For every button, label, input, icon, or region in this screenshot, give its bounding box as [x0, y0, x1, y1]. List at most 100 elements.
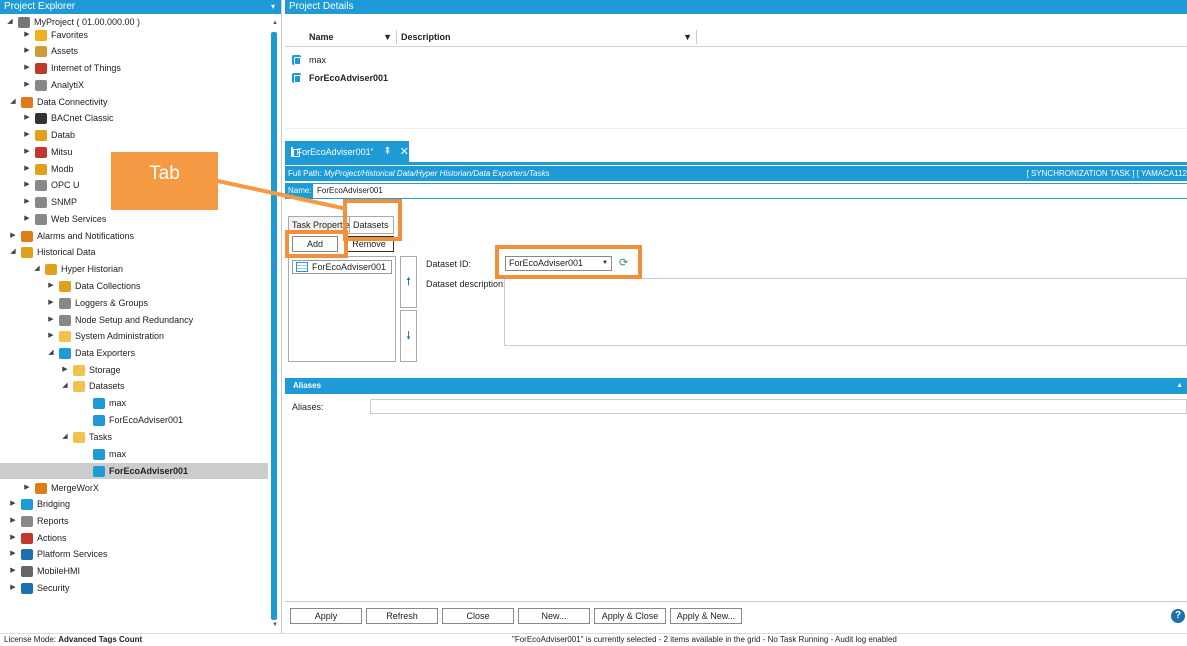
refresh-button[interactable]: Refresh [366, 608, 438, 624]
new-button[interactable]: New... [518, 608, 590, 624]
expander-icon[interactable]: ▶ [60, 362, 70, 378]
aliases-header[interactable]: Aliases ▲ [285, 378, 1187, 394]
refresh-icon[interactable]: ⟳ [619, 256, 628, 269]
expander-icon[interactable]: ▶ [22, 144, 32, 160]
grid-row[interactable]: max [285, 51, 1187, 69]
expander-icon[interactable]: ▶ [22, 161, 32, 177]
expander-icon[interactable]: ▶ [22, 110, 32, 126]
tree-item[interactable]: ▶ Web Services [22, 211, 106, 227]
expander-icon[interactable]: ◢ [60, 429, 70, 445]
tab-datasets[interactable]: Datasets [349, 216, 394, 234]
tree-item[interactable]: ▶ Internet of Things [22, 60, 121, 76]
tree-item[interactable]: ▶ MobileHMI [8, 563, 80, 579]
apply-new-button[interactable]: Apply & New... [670, 608, 742, 624]
column-header-description[interactable]: Description ▼ [397, 30, 697, 44]
remove-button[interactable]: Remove [344, 236, 394, 252]
tree-item[interactable]: ▶ BACnet Classic [22, 110, 114, 126]
expander-icon[interactable]: ▶ [22, 194, 32, 210]
help-icon[interactable]: ? [1171, 609, 1185, 623]
tree-item[interactable]: ▶ Alarms and Notifications [8, 228, 134, 244]
list-item[interactable]: ForEcoAdviser001 [292, 260, 392, 274]
apply-button[interactable]: Apply [290, 608, 362, 624]
tree-item-label: Loggers & Groups [75, 298, 149, 308]
tree-item[interactable]: ▶ OPC U [22, 177, 80, 193]
tree-scrollbar[interactable] [271, 32, 277, 620]
tree-item[interactable]: ◢ Datasets [60, 378, 125, 394]
expander-icon[interactable]: ▶ [22, 60, 32, 76]
expander-icon[interactable]: ▶ [22, 211, 32, 227]
tree-item[interactable]: ▶ Assets [22, 43, 78, 59]
tree-item[interactable]: ▶ Node Setup and Redundancy [46, 312, 193, 328]
expander-icon[interactable]: ▶ [46, 295, 56, 311]
grid-row[interactable]: ForEcoAdviser001 [285, 69, 1187, 87]
tree-item[interactable]: ▶ SNMP [22, 194, 77, 210]
tree-item[interactable]: ▶ Security [8, 580, 70, 596]
tree-item[interactable]: max [80, 446, 126, 462]
expander-icon[interactable]: ▶ [8, 496, 18, 512]
tree-item[interactable]: ▶ Platform Services [8, 546, 108, 562]
expander-icon[interactable]: ▶ [22, 27, 32, 43]
expander-icon[interactable]: ◢ [8, 244, 18, 260]
expander-icon[interactable]: ◢ [5, 14, 15, 30]
expander-icon[interactable]: ▶ [46, 328, 56, 344]
name-input[interactable]: ForEcoAdviser001 [313, 184, 1187, 198]
scroll-up-icon[interactable]: ▲ [272, 20, 278, 26]
close-icon[interactable]: ✕ [400, 145, 409, 158]
tree-item[interactable]: ▶ System Administration [46, 328, 164, 344]
tree-item[interactable]: ForEcoAdviser001 [0, 463, 268, 479]
move-up-button[interactable]: 🠕 [400, 256, 417, 308]
close-button[interactable]: Close [442, 608, 514, 624]
tree-item[interactable]: ▶ Modb [22, 161, 74, 177]
filter-icon[interactable]: ▼ [683, 30, 692, 44]
expander-icon[interactable]: ▶ [22, 177, 32, 193]
tree-item[interactable]: ▶ Storage [60, 362, 121, 378]
tree-item[interactable]: ▶ Reports [8, 513, 69, 529]
tree-item[interactable]: ◢ Data Connectivity [8, 94, 108, 110]
tree-item[interactable]: ▶ MergeWorX [22, 480, 99, 496]
expander-icon[interactable]: ▶ [8, 530, 18, 546]
expander-icon[interactable]: ▶ [8, 563, 18, 579]
tree-item[interactable]: ▶ Loggers & Groups [46, 295, 148, 311]
tree-item[interactable]: ◢ Tasks [60, 429, 112, 445]
column-header-name[interactable]: Name ▼ [305, 30, 397, 44]
tree-item[interactable]: ▶ Actions [8, 530, 67, 546]
expander-icon[interactable]: ▶ [46, 312, 56, 328]
expander-icon[interactable]: ▶ [22, 127, 32, 143]
tree-item[interactable]: max [80, 395, 126, 411]
expander-icon[interactable]: ◢ [60, 378, 70, 394]
pin-icon[interactable]: ⇞ [383, 146, 391, 157]
tree-item[interactable]: ◢ Data Exporters [46, 345, 135, 361]
expander-icon[interactable]: ▶ [22, 43, 32, 59]
tree-item[interactable]: ▶ Datab [22, 127, 75, 143]
tree-item[interactable]: ▶ Bridging [8, 496, 70, 512]
expander-icon[interactable]: ▶ [8, 228, 18, 244]
collapse-icon[interactable]: ▲ [1176, 378, 1183, 394]
tree-item[interactable]: ForEcoAdviser001 [80, 412, 183, 428]
apply-close-button[interactable]: Apply & Close [594, 608, 666, 624]
expander-icon[interactable]: ▶ [22, 77, 32, 93]
expander-icon[interactable]: ◢ [32, 261, 42, 277]
tree-item[interactable]: ◢ Historical Data [8, 244, 96, 260]
document-tab[interactable]: ForEcoAdviser001 * ⇞ ✕ [285, 141, 409, 162]
move-down-button[interactable]: 🠗 [400, 310, 417, 362]
grid-hscrollbar[interactable] [285, 128, 1187, 134]
scroll-down-icon[interactable]: ▼ [272, 622, 278, 628]
tree-item[interactable]: ▶ Mitsu [22, 144, 73, 160]
expander-icon[interactable]: ◢ [8, 94, 18, 110]
tree-item[interactable]: ◢ Hyper Historian [32, 261, 123, 277]
add-button[interactable]: Add [292, 236, 338, 252]
dataset-description-input[interactable] [504, 278, 1187, 346]
filter-icon[interactable]: ▼ [383, 30, 392, 44]
tree-item[interactable]: ▶ Favorites [22, 27, 88, 43]
expander-icon[interactable]: ▶ [22, 480, 32, 496]
aliases-input[interactable] [370, 399, 1187, 414]
dataset-id-select[interactable]: ForEcoAdviser001 ▼ [505, 256, 612, 271]
tree-item[interactable]: ▶ AnalytiX [22, 77, 84, 93]
expander-icon[interactable]: ▶ [8, 513, 18, 529]
expander-icon[interactable]: ▶ [8, 580, 18, 596]
expander-icon[interactable]: ▶ [46, 278, 56, 294]
tree-item[interactable]: ▶ Data Collections [46, 278, 141, 294]
expander-icon[interactable]: ◢ [46, 345, 56, 361]
expander-icon[interactable]: ▶ [8, 546, 18, 562]
chevron-down-icon[interactable]: ▾ [271, 0, 275, 14]
